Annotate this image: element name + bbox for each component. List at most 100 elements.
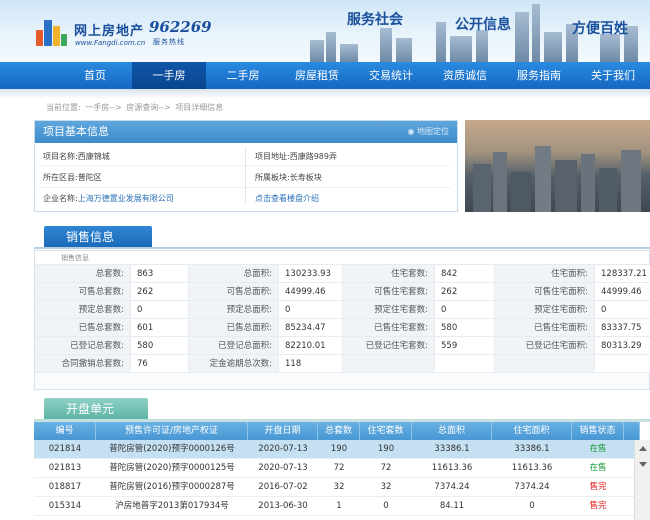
- slogan-2: 公开信息: [455, 17, 511, 33]
- unit-status: 售完: [572, 478, 624, 497]
- unit-residential: 72: [360, 459, 412, 478]
- units-col-scroll: [624, 422, 640, 440]
- sales-label: 已登记住宅套数:: [343, 337, 435, 355]
- unit-area: 84.11: [412, 497, 492, 516]
- project-address-value: 西康路989弄: [289, 152, 337, 161]
- sales-value: 559: [435, 337, 495, 355]
- sales-label: 已登记总套数:: [35, 337, 131, 355]
- project-name-field: 项目名称:西康锦城: [43, 151, 110, 162]
- unit-id: 018817: [34, 478, 96, 497]
- project-plate-value: 长寿板块: [289, 173, 322, 182]
- sales-value: 44999.46: [595, 283, 650, 301]
- sales-info-caption: 销售信息: [35, 251, 649, 265]
- units-col-area: 总面积: [412, 422, 492, 440]
- unit-status: 在售: [572, 459, 624, 478]
- breadcrumb-new-house[interactable]: 一手房-->: [85, 103, 121, 112]
- unit-total: 190: [318, 440, 360, 459]
- sales-value: 580: [435, 319, 495, 337]
- sales-value: 0: [279, 301, 343, 319]
- scroll-down-icon[interactable]: [639, 462, 647, 467]
- table-row[interactable]: 018817 普陀房管(2016)预字0000287号 2016-07-02 3…: [34, 478, 650, 497]
- sales-label: 已售住宅套数:: [343, 319, 435, 337]
- sales-value: 0: [595, 301, 650, 319]
- unit-total: 32: [318, 478, 360, 497]
- unit-permit: 普陀房管(2016)预字0000287号: [96, 478, 248, 497]
- unit-status: 在售: [572, 440, 624, 459]
- sales-label: 已售住宅面积:: [495, 319, 595, 337]
- unit-id: 015314: [34, 497, 96, 516]
- project-intro-field: 点击查看楼盘介绍: [255, 193, 319, 204]
- nav-second-hand[interactable]: 二手房: [206, 62, 280, 89]
- sales-info-table: 销售信息 总套数: 863 总面积: 130233.93 住宅套数: 842 住宅面积…: [34, 250, 650, 390]
- project-row-line: [39, 165, 451, 166]
- project-intro-link[interactable]: 点击查看楼盘介绍: [255, 194, 319, 203]
- unit-permit: 沪房地普字2013第017934号: [96, 497, 248, 516]
- sales-info-tab: 销售信息: [44, 226, 152, 248]
- nav-new-house[interactable]: 一手房: [132, 62, 206, 89]
- slogan-3: 方便百姓: [572, 21, 628, 37]
- table-row[interactable]: 021814 普陀房管(2020)预字0000126号 2020-07-13 1…: [34, 440, 650, 459]
- sales-tab-line: [34, 247, 650, 249]
- sales-value: 118: [279, 355, 343, 373]
- sales-grid: 总套数: 863 总面积: 130233.93 住宅套数: 842 住宅面积: 1283…: [35, 265, 650, 373]
- sales-value: 863: [131, 265, 189, 283]
- sales-value: 580: [131, 337, 189, 355]
- unit-status: 售完: [572, 497, 624, 516]
- sales-label: 合同撤销总套数:: [35, 355, 131, 373]
- main-nav: 首页 一手房 二手房 房屋租赁 交易统计 资质诚信 服务指南 关于我们: [0, 62, 650, 89]
- units-col-date: 开盘日期: [248, 422, 318, 440]
- project-company-link[interactable]: 上海万德置业发展有限公司: [78, 194, 174, 203]
- hotline-number: 962269: [149, 18, 212, 36]
- unit-res-area: 0: [492, 497, 572, 516]
- map-pin-icon: ◉: [407, 127, 415, 136]
- table-row[interactable]: 015314 沪房地普字2013第017934号 2013-06-30 1 0 …: [34, 497, 650, 516]
- sales-label: 可售住宅套数:: [343, 283, 435, 301]
- project-address-field: 项目地址:西康路989弄: [255, 151, 337, 162]
- sales-label: 可售总面积:: [189, 283, 279, 301]
- project-plate-label: 所属板块:: [255, 173, 290, 182]
- sales-value: 0: [131, 301, 189, 319]
- sales-value: [595, 355, 650, 373]
- nav-credit[interactable]: 资质诚信: [428, 62, 502, 89]
- breadcrumb-search[interactable]: 房源查询-->: [126, 103, 170, 112]
- unit-res-area: 11613.36: [492, 459, 572, 478]
- units-col-res-area: 住宅面积: [492, 422, 572, 440]
- project-name-value: 西康锦城: [77, 152, 110, 161]
- unit-area: 33386.1: [412, 440, 492, 459]
- unit-area: 7374.24: [412, 478, 492, 497]
- sales-label: [343, 355, 435, 373]
- sales-label: 住宅套数:: [343, 265, 435, 283]
- project-plate-field: 所属板块:长寿板块: [255, 172, 322, 183]
- unit-permit: 普陀房管(2020)预字0000126号: [96, 440, 248, 459]
- sales-value: 80313.29: [595, 337, 650, 355]
- units-col-residential: 住宅套数: [360, 422, 412, 440]
- table-row[interactable]: 021813 普陀房管(2020)预字0000125号 2020-07-13 7…: [34, 459, 650, 478]
- logo-icon[interactable]: [36, 16, 68, 46]
- sales-label: 总套数:: [35, 265, 131, 283]
- breadcrumb-prefix: 当前位置:: [46, 103, 81, 112]
- unit-area: 11613.36: [412, 459, 492, 478]
- nav-rental[interactable]: 房屋租赁: [280, 62, 354, 89]
- unit-res-area: 33386.1: [492, 440, 572, 459]
- sales-label: 已售总面积:: [189, 319, 279, 337]
- sales-label: 总面积:: [189, 265, 279, 283]
- unit-residential: 32: [360, 478, 412, 497]
- nav-statistics[interactable]: 交易统计: [354, 62, 428, 89]
- map-link[interactable]: ◉ 地图定位: [407, 121, 449, 143]
- sales-label: [495, 355, 595, 373]
- sales-value: 0: [435, 301, 495, 319]
- units-scrollbar[interactable]: [634, 440, 650, 520]
- unit-id: 021813: [34, 459, 96, 478]
- unit-date: 2020-07-13: [248, 459, 318, 478]
- units-col-status: 销售状态: [572, 422, 624, 440]
- logo-text[interactable]: 网上房地产: [74, 20, 144, 39]
- unit-date: 2013-06-30: [248, 497, 318, 516]
- sales-label: 预定住宅面积:: [495, 301, 595, 319]
- unit-residential: 0: [360, 497, 412, 516]
- scroll-up-icon[interactable]: [639, 446, 647, 451]
- nav-home[interactable]: 首页: [58, 62, 132, 89]
- sales-label: 预定总套数:: [35, 301, 131, 319]
- nav-guide[interactable]: 服务指南: [502, 62, 576, 89]
- nav-about[interactable]: 关于我们: [576, 62, 650, 89]
- project-company-field: 企业名称:上海万德置业发展有限公司: [43, 193, 174, 204]
